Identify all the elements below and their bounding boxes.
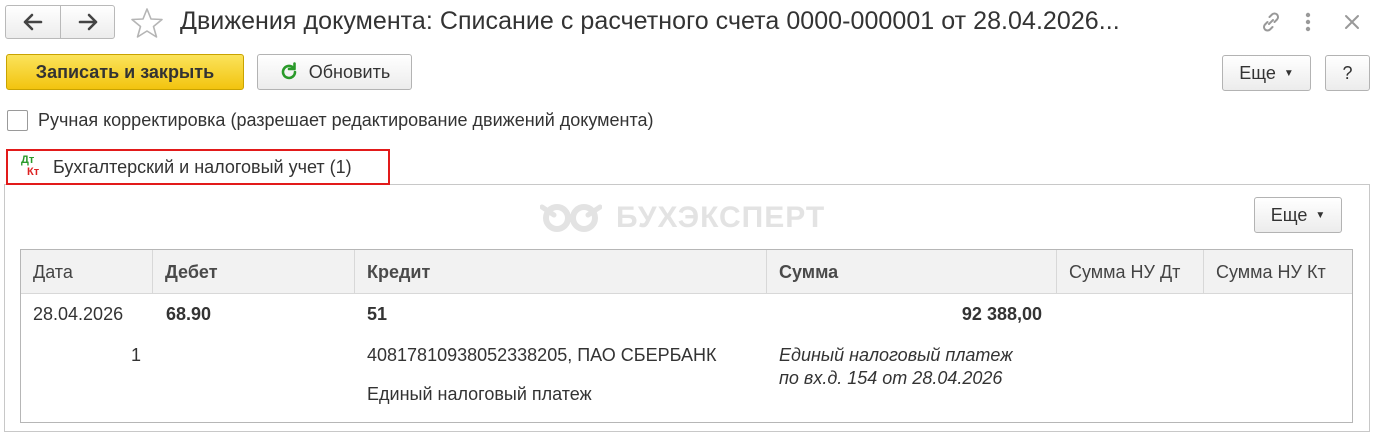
kt-glyph: Кт [27,166,40,178]
tab-accounting-tax[interactable]: Дт Кт Бухгалтерский и налоговый учет (1) [6,149,390,185]
column-header-amount[interactable]: Сумма [766,250,1056,294]
table-more-menu-button[interactable]: Еще ▼ [1254,197,1342,233]
navigation-group [5,5,115,39]
cell-credit-subconto-1: 40817810938052338205, ПАО СБЕРБАНК [367,345,717,365]
refresh-button-label: Обновить [308,61,391,82]
table-header: Дата Дебет Кредит Сумма Сумма НУ Дт Сумм… [21,250,1352,294]
link-icon[interactable] [1257,8,1285,36]
cell-date: 28.04.2026 [33,304,124,324]
watermark-text: БУХЭКСПЕРТ [616,201,826,234]
favorite-star-icon[interactable] [130,6,164,40]
column-header-date[interactable]: Дата [21,250,152,294]
column-header-tax-amount-dt[interactable]: Сумма НУ Дт [1056,250,1203,294]
cell-content-line-2: по вх.д. 154 от 28.04.2026 [779,368,1003,388]
close-icon[interactable] [1338,8,1366,36]
arrow-left-icon [23,13,43,31]
window-title: Движения документа: Списание с расчетног… [180,7,1120,35]
dt-kt-icon: Дт Кт [18,152,46,182]
column-header-credit[interactable]: Кредит [354,250,766,294]
forward-button[interactable] [60,6,114,38]
refresh-icon [281,62,297,80]
manual-edit-label[interactable]: Ручная корректировка (разрешает редактир… [38,110,654,131]
back-button[interactable] [6,6,60,38]
arrow-right-icon [78,13,97,31]
tab-label: Бухгалтерский и налоговый учет (1) [53,157,352,177]
table-more-menu-label: Еще [1270,204,1308,225]
entries-table[interactable]: Дата Дебет Кредит Сумма Сумма НУ Дт Сумм… [20,249,1353,423]
more-menu-button[interactable]: Еще ▼ [1222,55,1311,91]
cell-debit: 68.90 [166,304,212,324]
cell-content-line-1: Единый налоговый платеж [779,345,1013,365]
more-menu-label: Еще [1239,62,1276,83]
save-and-close-button[interactable]: Записать и закрыть [6,54,244,90]
more-actions-icon[interactable] [1294,8,1322,36]
refresh-button[interactable]: Обновить [257,54,412,90]
watermark-logo-icon [540,204,602,232]
help-button[interactable]: ? [1325,55,1370,91]
title-bar: Движения документа: Списание с расчетног… [0,0,1376,46]
caret-down-icon: ▼ [1315,209,1326,221]
column-header-tax-amount-kt[interactable]: Сумма НУ Кт [1203,250,1352,294]
caret-down-icon: ▼ [1283,67,1294,79]
tab-panel: БУХЭКСПЕРТ Еще ▼ Дата Дебет Кредит Сумма… [4,184,1370,432]
watermark: БУХЭКСПЕРТ [540,201,825,235]
cell-line-number: 1 [131,345,142,365]
cell-amount: 92 388,00 [961,304,1042,324]
column-header-debit[interactable]: Дебет [152,250,354,294]
cell-credit: 51 [367,304,388,324]
dt-glyph: Дт [21,154,35,166]
manual-edit-checkbox[interactable] [7,110,28,131]
cell-credit-subconto-2: Единый налоговый платеж [367,384,592,404]
